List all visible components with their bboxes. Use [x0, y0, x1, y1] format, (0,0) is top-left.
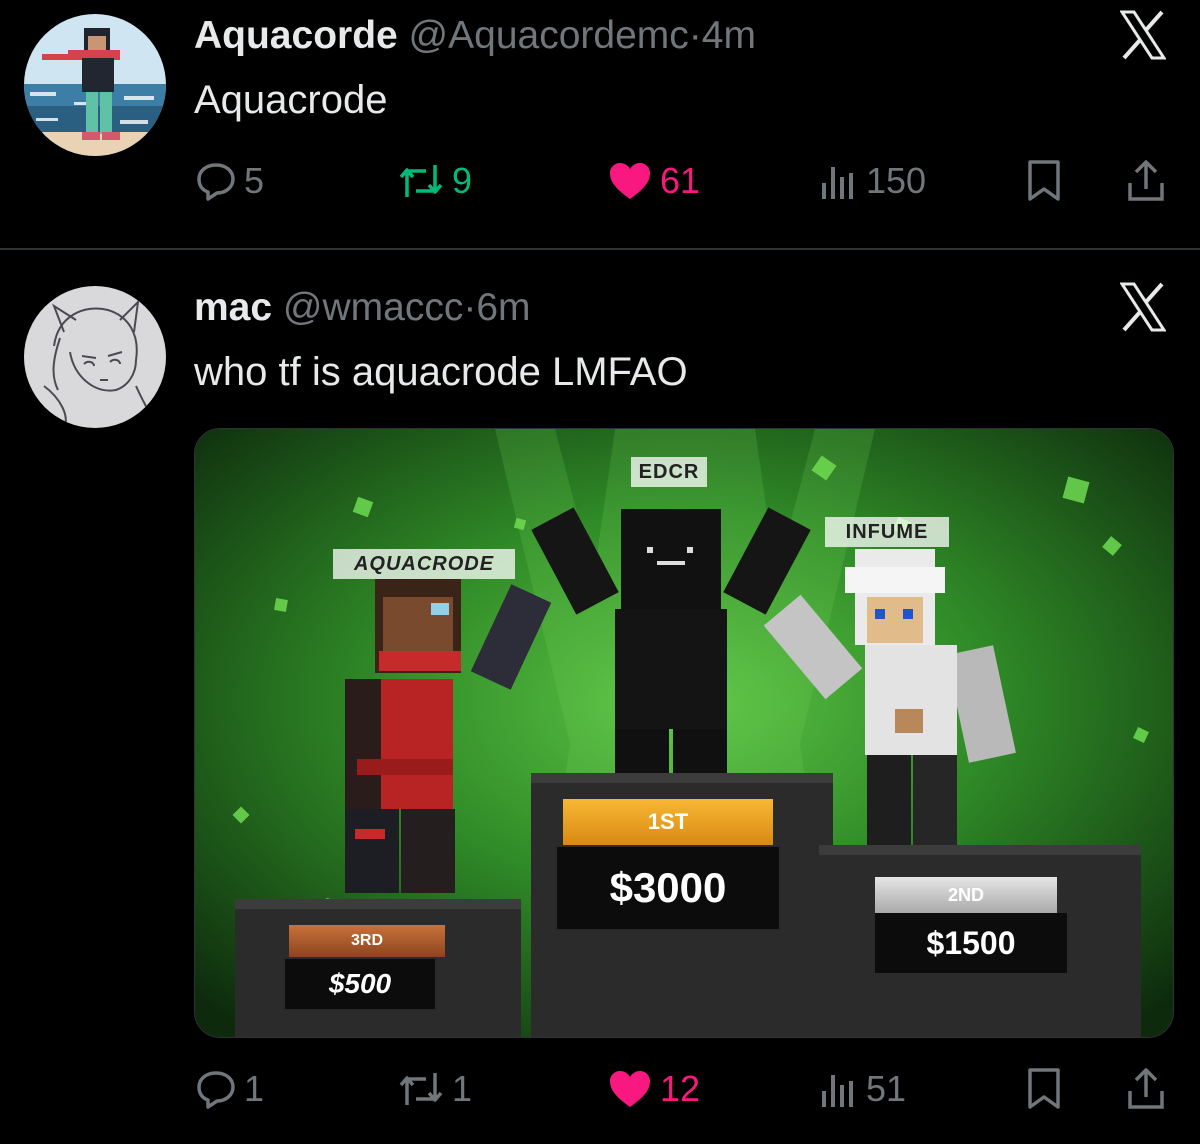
- tweet-mac[interactable]: mac @wmaccc·6m who tf is aquacrode LMFAO: [0, 250, 1200, 1144]
- display-name[interactable]: mac: [194, 286, 272, 329]
- first-place-rank: 1ST: [647, 809, 689, 834]
- reply-icon: [197, 163, 235, 201]
- timestamp[interactable]: 6m: [476, 286, 530, 329]
- separator-dot: ·: [463, 286, 477, 329]
- like-count: 12: [660, 1068, 701, 1109]
- second-place-name-tag: INFUME: [825, 517, 949, 547]
- share-button[interactable]: [1126, 156, 1166, 206]
- reply-icon: [197, 1071, 235, 1109]
- views-icon: [822, 167, 853, 199]
- retweet-count: 1: [452, 1068, 473, 1109]
- tweet-actions: 1 1 12 51: [194, 1064, 1170, 1114]
- tweet-aquacorde[interactable]: Aquacorde @Aquacordemc·4m Aquacrode 5 9: [0, 0, 1200, 248]
- share-icon: [1128, 160, 1164, 201]
- third-place-name-tag: AQUACRODE: [333, 549, 515, 579]
- heart-icon: [610, 1071, 650, 1107]
- avatar-aquacorde[interactable]: [24, 14, 166, 156]
- bookmark-button[interactable]: [1024, 156, 1064, 206]
- tweet-header: mac @wmaccc·6m: [194, 286, 531, 330]
- views-icon: [822, 1075, 853, 1107]
- timestamp[interactable]: 4m: [702, 14, 756, 57]
- first-place-name-tag: EDCR: [631, 457, 707, 487]
- bookmark-icon: [1028, 160, 1060, 201]
- tweet-text: Aquacrode: [194, 78, 388, 122]
- second-place-rank: 2ND: [947, 885, 984, 905]
- heart-icon: [610, 163, 650, 199]
- user-handle[interactable]: @wmaccc: [283, 286, 463, 329]
- first-place-prize: $3000: [609, 864, 727, 911]
- share-icon: [1128, 1068, 1164, 1109]
- user-handle[interactable]: @Aquacordemc: [409, 14, 689, 57]
- third-place-rank: 3RD: [350, 932, 383, 949]
- views-button[interactable]: 150: [818, 156, 926, 206]
- views-count: 150: [866, 160, 927, 201]
- reply-count: 5: [244, 160, 265, 201]
- retweet-button[interactable]: 9: [398, 156, 472, 206]
- bookmark-icon: [1028, 1068, 1060, 1109]
- tweet-header: Aquacorde @Aquacordemc·4m: [194, 14, 756, 58]
- x-logo-icon[interactable]: [1119, 10, 1167, 60]
- views-button[interactable]: 51: [818, 1064, 906, 1114]
- retweet-button[interactable]: 1: [398, 1064, 472, 1114]
- tweet-text: who tf is aquacrode LMFAO: [194, 350, 688, 394]
- reply-button[interactable]: 1: [196, 1064, 264, 1114]
- display-name[interactable]: Aquacorde: [194, 14, 398, 57]
- like-button[interactable]: 61: [608, 156, 700, 206]
- tweet-actions: 5 9 61 150: [194, 156, 1170, 206]
- like-count: 61: [660, 160, 701, 201]
- like-button[interactable]: 12: [608, 1064, 700, 1114]
- share-button[interactable]: [1126, 1064, 1166, 1114]
- avatar-mac[interactable]: [24, 286, 166, 428]
- second-place-prize: $1500: [926, 925, 1016, 961]
- tweet-media-image[interactable]: EDCR INFUME AQUACRODE 1ST 2ND 3RD $3000 …: [194, 428, 1174, 1038]
- reply-button[interactable]: 5: [196, 156, 264, 206]
- views-count: 51: [866, 1068, 907, 1109]
- bookmark-button[interactable]: [1024, 1064, 1064, 1114]
- retweet-icon: [399, 1073, 443, 1105]
- reply-count: 1: [244, 1068, 265, 1109]
- retweet-count: 9: [452, 160, 473, 201]
- third-place-prize: $500: [328, 968, 392, 999]
- separator-dot: ·: [688, 14, 702, 57]
- retweet-icon: [399, 165, 443, 197]
- x-logo-icon[interactable]: [1119, 282, 1167, 332]
